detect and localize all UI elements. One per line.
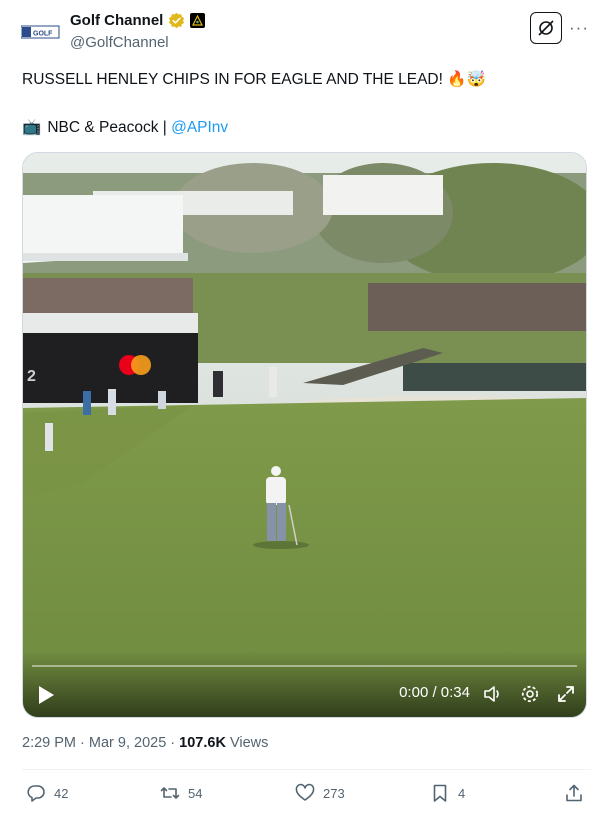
video-player[interactable]: 2 0:00 / 0:34 xyxy=(22,152,587,718)
tweet-text: RUSSELL HENLEY CHIPS IN FOR EAGLE AND TH… xyxy=(22,71,486,88)
verified-badge-icon xyxy=(169,12,185,29)
repost-count: 54 xyxy=(188,785,203,801)
video-frame: 2 xyxy=(23,153,586,717)
handle[interactable]: @GolfChannel xyxy=(70,34,169,51)
like-button[interactable]: 273 xyxy=(295,783,345,803)
like-icon xyxy=(295,783,315,801)
share-button[interactable] xyxy=(564,783,584,803)
views-label: Views xyxy=(225,735,269,751)
share-icon xyxy=(566,784,582,802)
source-label: NBC & Peacock | xyxy=(47,119,172,136)
play-icon[interactable] xyxy=(37,685,55,705)
grok-icon[interactable] xyxy=(530,12,562,44)
bookmark-button[interactable]: 4 xyxy=(430,783,465,803)
settings-icon[interactable] xyxy=(520,684,540,704)
tweet-source-line: 📺 NBC & Peacock | @APInv xyxy=(22,118,228,138)
affiliate-badge-icon[interactable] xyxy=(190,13,206,28)
fullscreen-icon[interactable] xyxy=(556,684,576,704)
meta-separator: · xyxy=(166,735,180,751)
tv-icon: 📺 xyxy=(22,119,42,136)
more-icon[interactable]: ··· xyxy=(568,14,590,42)
mention-link[interactable]: @APInv xyxy=(171,119,228,136)
divider xyxy=(22,769,591,770)
reply-icon xyxy=(27,785,45,802)
tweet-meta: 2:29 PM · Mar 9, 2025 · 107.6K Views xyxy=(22,735,268,751)
progress-bar[interactable] xyxy=(32,665,577,667)
timestamp[interactable]: 2:29 PM · Mar 9, 2025 xyxy=(22,735,166,751)
views-count: 107.6K xyxy=(179,735,226,751)
display-name[interactable]: Golf Channel xyxy=(70,12,163,29)
tweet-header: GOLF Golf Channel @GolfChannel ··· xyxy=(0,0,613,60)
bookmark-count: 4 xyxy=(458,785,466,801)
repost-icon xyxy=(160,787,180,799)
action-bar: 42 54 273 4 xyxy=(0,780,613,810)
billboard-text: 2 xyxy=(27,368,36,385)
video-controls: 0:00 / 0:34 xyxy=(23,651,586,717)
reply-button[interactable]: 42 xyxy=(26,783,68,803)
avatar-text: GOLF xyxy=(33,31,53,38)
bookmark-icon xyxy=(433,784,447,802)
video-time: 0:00 / 0:34 xyxy=(399,684,470,701)
avatar[interactable]: GOLF xyxy=(20,18,61,46)
like-count: 273 xyxy=(323,785,345,801)
repost-button[interactable]: 54 xyxy=(160,783,202,803)
name-row: Golf Channel xyxy=(70,12,206,29)
reply-count: 42 xyxy=(54,785,69,801)
volume-icon[interactable] xyxy=(483,684,503,704)
